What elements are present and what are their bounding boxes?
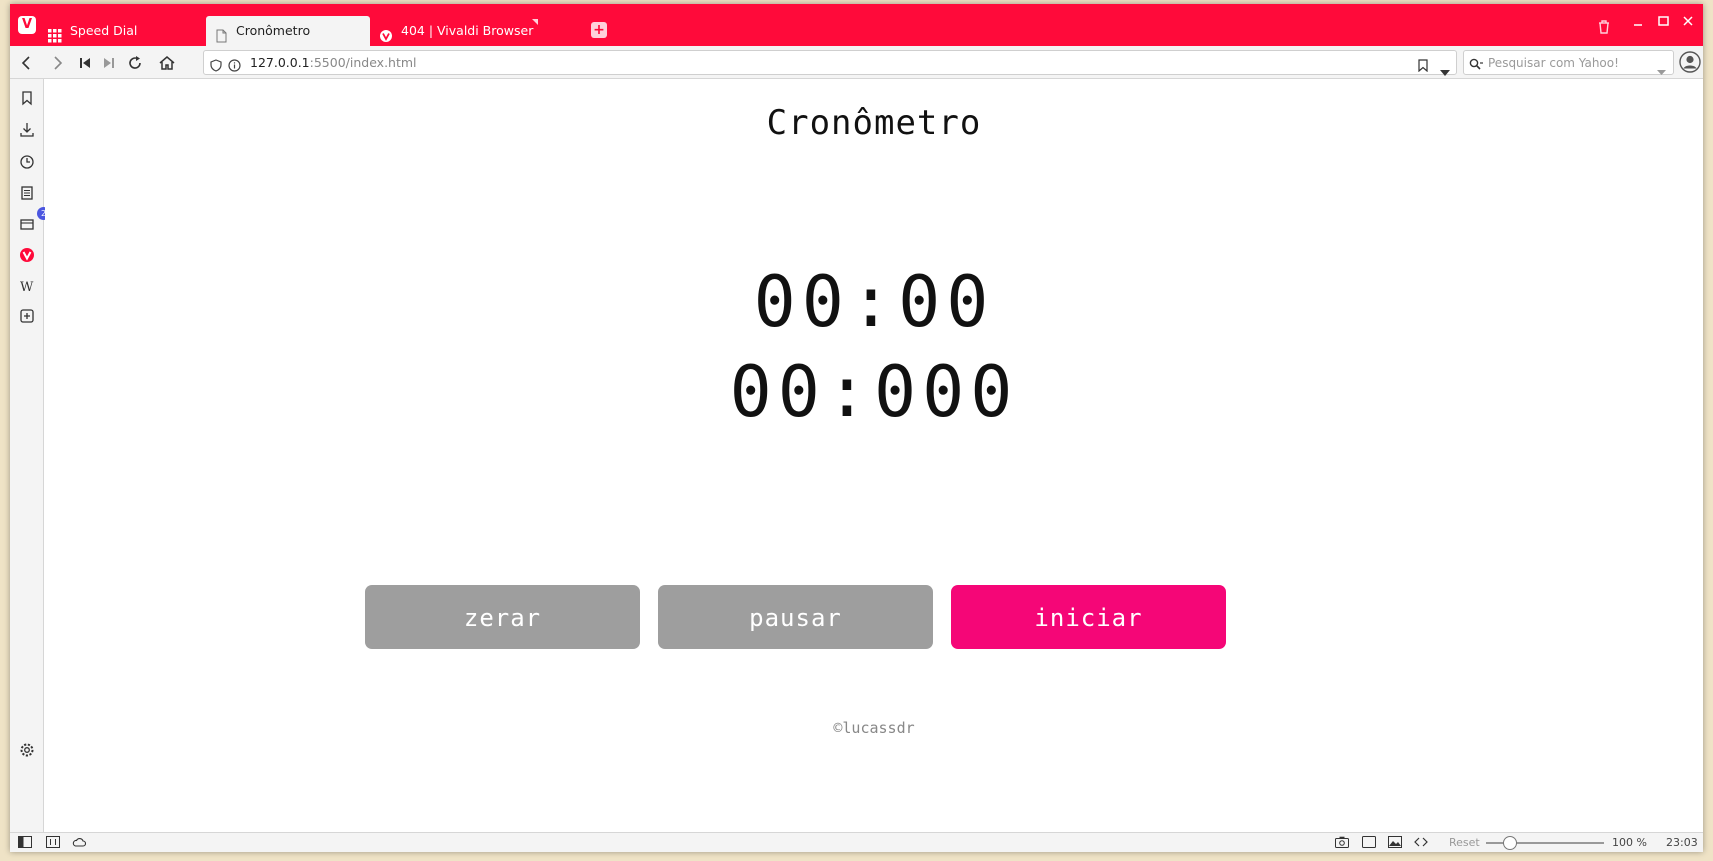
zoom-slider-handle[interactable]: [1502, 836, 1517, 850]
fast-forward-icon[interactable]: [100, 54, 118, 72]
maximize-icon[interactable]: [1658, 16, 1669, 31]
search-icon: [1469, 56, 1483, 75]
url-path: :5500/index.html: [309, 55, 417, 70]
forward-icon[interactable]: [48, 54, 66, 72]
footer-credit: ©lucassdr: [833, 719, 915, 737]
page-content: Cronômetro 00:00 00:000 zerar pausar ini…: [45, 79, 1703, 832]
page-title: Cronômetro: [766, 103, 982, 143]
vivaldi-icon: [379, 24, 393, 42]
downloads-panel-icon[interactable]: [18, 121, 36, 139]
capture-camera-icon[interactable]: [1335, 836, 1349, 848]
history-panel-icon[interactable]: [18, 153, 36, 171]
address-field[interactable]: 127.0.0.1:5500/index.html: [203, 50, 1457, 76]
rewind-icon[interactable]: [76, 54, 94, 72]
reload-icon[interactable]: [126, 54, 144, 72]
tab-vivaldi-404[interactable]: 404 | Vivaldi Browser: [371, 16, 541, 46]
tab-cronometro[interactable]: Cronômetro: [206, 16, 370, 46]
page-icon: [214, 24, 228, 43]
tab-tiling-icon[interactable]: [46, 836, 60, 848]
home-icon[interactable]: [158, 54, 176, 72]
back-icon[interactable]: [18, 54, 36, 72]
bookmarks-panel-icon[interactable]: [18, 89, 36, 107]
shield-icon[interactable]: [210, 56, 222, 79]
images-toggle-icon[interactable]: [1388, 836, 1402, 848]
settings-gear-icon[interactable]: [18, 741, 36, 759]
wikipedia-panel-icon[interactable]: W: [18, 277, 36, 295]
site-info-icon[interactable]: [228, 56, 241, 79]
timer-minutes-seconds: 00:00: [753, 261, 995, 343]
tab-corner-icon: [532, 19, 538, 25]
zoom-level-readout: 100 %: [1612, 836, 1647, 849]
url-text: 127.0.0.1:5500/index.html: [250, 51, 417, 74]
tab-speed-dial[interactable]: Speed Dial: [40, 16, 206, 46]
tab-label: Speed Dial: [70, 23, 138, 38]
add-panel-icon[interactable]: [18, 307, 36, 325]
panel-toggle-icon[interactable]: [18, 836, 32, 848]
sync-cloud-icon[interactable]: [72, 836, 86, 848]
search-engine-dropdown-icon[interactable]: [1657, 60, 1666, 79]
grid-icon: [48, 24, 62, 43]
new-tab-button[interactable]: +: [591, 22, 607, 38]
bookmark-icon[interactable]: [1418, 56, 1428, 79]
window-panel-icon[interactable]: 2: [18, 207, 50, 233]
address-bar: 127.0.0.1:5500/index.html: [10, 46, 1703, 79]
vivaldi-panel-icon[interactable]: [18, 246, 36, 264]
reset-button[interactable]: zerar: [365, 585, 640, 649]
timer-seconds-milliseconds: 00:000: [729, 351, 1019, 433]
page-tiling-icon[interactable]: [1362, 836, 1376, 848]
clock: 23:03: [1666, 836, 1698, 849]
status-bar: Reset 100 % 23:03: [10, 832, 1703, 852]
svg-text:W: W: [20, 280, 34, 295]
search-field[interactable]: [1463, 50, 1674, 75]
minimize-icon[interactable]: [1633, 16, 1643, 32]
browser-window: V Speed Dial Cronômetro 404 | Vivaldi Br…: [10, 4, 1703, 852]
notes-panel-icon[interactable]: [18, 184, 36, 202]
side-panel: 2 W: [10, 79, 50, 832]
start-button[interactable]: iniciar: [951, 585, 1226, 649]
vivaldi-menu-icon[interactable]: V: [18, 16, 36, 34]
close-icon[interactable]: [1683, 16, 1693, 30]
zoom-reset-label[interactable]: Reset: [1449, 836, 1480, 849]
url-host: 127.0.0.1: [250, 55, 310, 70]
tab-label: Cronômetro: [236, 23, 311, 38]
tab-bar: V Speed Dial Cronômetro 404 | Vivaldi Br…: [10, 4, 1703, 46]
profile-avatar-icon[interactable]: [1679, 51, 1701, 77]
trash-icon[interactable]: [1598, 20, 1610, 38]
page-actions-code-icon[interactable]: [1414, 836, 1428, 848]
pause-button[interactable]: pausar: [658, 585, 933, 649]
tab-label: 404 | Vivaldi Browser: [401, 23, 534, 38]
search-input[interactable]: [1488, 53, 1648, 72]
